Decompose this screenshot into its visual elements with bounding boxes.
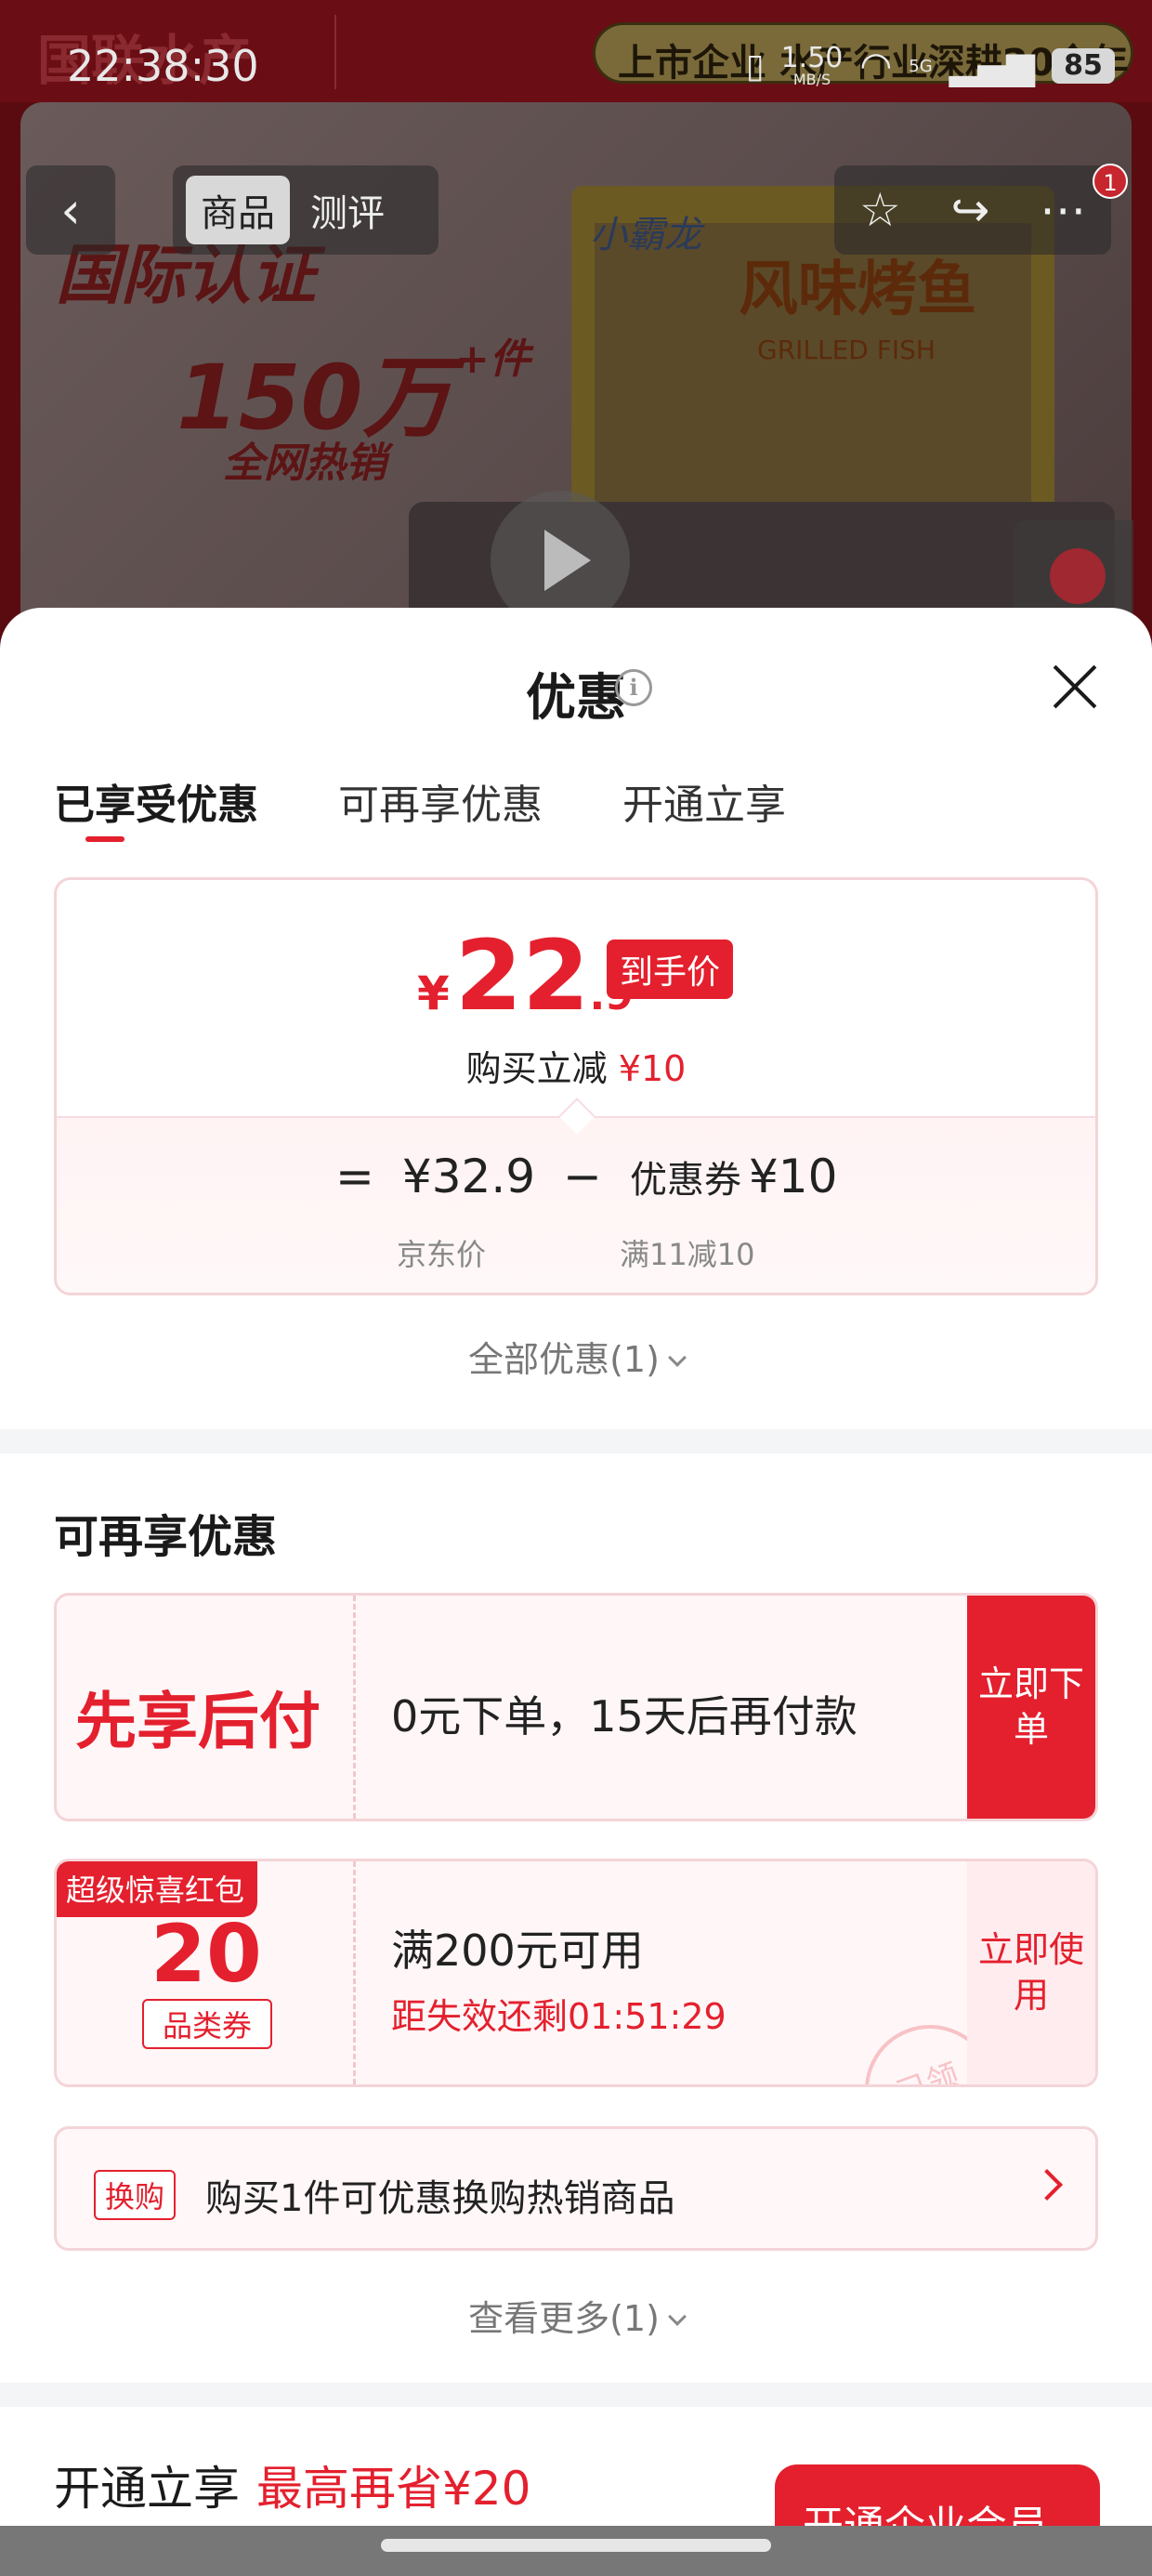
swap-text: 购买1件可优惠换购热销商品 bbox=[205, 2177, 675, 2220]
jd-price-label: 京东价 bbox=[397, 1237, 487, 1272]
chart-icon bbox=[1050, 548, 1106, 604]
category-coupon-label: 品类券 bbox=[142, 1999, 272, 2049]
net-speed-value: 1.50 bbox=[780, 42, 844, 74]
tab-more-offers[interactable]: 可再享优惠 bbox=[338, 771, 543, 831]
more-icon[interactable]: ⋯ bbox=[1040, 183, 1086, 237]
clock: 22:38:30 bbox=[67, 41, 259, 91]
info-icon[interactable]: i bbox=[615, 669, 652, 706]
section-divider bbox=[0, 2383, 1152, 2407]
red-packet-card[interactable]: 超级惊喜红包 20 品类券 满200元可用 距失效还剩01:51:29 已领 立… bbox=[54, 1859, 1098, 2087]
signal-icon: ▂▄▆ bbox=[949, 45, 1035, 87]
price-integer: 22 bbox=[454, 919, 590, 1032]
final-price: ¥ 22 .9 bbox=[417, 919, 634, 1032]
see-more-label: 查看更多(1) bbox=[468, 2298, 660, 2339]
red-packet-condition: 满200元可用 bbox=[391, 1925, 644, 1976]
price-summary: ¥ 22 .9 到手价 购买立减 ¥10 bbox=[57, 880, 1095, 1116]
net-speed: 1.50 MB/S bbox=[781, 45, 844, 87]
price-currency: ¥ bbox=[417, 966, 450, 1020]
product-sub: GRILLED FISH bbox=[757, 335, 936, 365]
more-offers-title: 可再享优惠 bbox=[54, 1511, 278, 1563]
chevron-right-icon bbox=[1031, 2169, 1063, 2201]
jd-price: ¥32.9 bbox=[401, 1150, 536, 1203]
all-offers-label: 全部优惠(1) bbox=[468, 1339, 660, 1380]
pay-later-card[interactable]: 先享后付 0元下单，15天后再付款 立即下单 bbox=[54, 1593, 1098, 1821]
home-indicator[interactable] bbox=[381, 2539, 771, 2552]
share-icon[interactable]: ↪ bbox=[950, 183, 989, 237]
instant-discount-value: ¥10 bbox=[618, 1048, 687, 1089]
product-brand: 小霸龙 bbox=[590, 214, 701, 256]
see-more-toggle[interactable]: 查看更多(1) bbox=[0, 2290, 1152, 2341]
signal-label: 5G bbox=[909, 56, 933, 76]
net-speed-unit: MB/S bbox=[792, 71, 831, 88]
red-packet-left: 超级惊喜红包 20 品类券 bbox=[57, 1861, 356, 2084]
coupon-rule: 满11减10 bbox=[620, 1237, 755, 1272]
status-bar: 22:38:30 ▯ 1.50 MB/S ◠ 5G ▂▄▆ 85 bbox=[0, 0, 1152, 102]
vibrate-icon: ▯ bbox=[745, 46, 765, 85]
price-breakdown-card: ¥ 22 .9 到手价 购买立减 ¥10 = ¥32.9 − 优惠券 ¥10 京… bbox=[54, 877, 1098, 1295]
action-buttons: ☆ ↪ ⋯ bbox=[834, 165, 1111, 255]
all-offers-toggle[interactable]: 全部优惠(1) bbox=[0, 1331, 1152, 1382]
tab-product[interactable]: 商品 bbox=[186, 176, 290, 244]
final-price-tag: 到手价 bbox=[607, 940, 734, 999]
member-label: 开通立享 bbox=[54, 2462, 240, 2516]
coupon-label: 优惠券 bbox=[629, 1159, 741, 1202]
wifi-icon: ◠ bbox=[859, 45, 893, 87]
use-now-button[interactable]: 立即使用 bbox=[967, 1861, 1095, 2084]
red-packet-amount: 20 bbox=[151, 1908, 262, 2001]
notification-badge: 1 bbox=[1093, 164, 1128, 199]
favorite-icon[interactable]: ☆ bbox=[859, 183, 901, 237]
sales-plus: +件 bbox=[455, 335, 530, 383]
red-packet-countdown: 距失效还剩01:51:29 bbox=[391, 1996, 727, 2037]
tab-review[interactable]: 测评 bbox=[310, 183, 385, 237]
offers-sheet: 优惠 i 已享受优惠 可再享优惠 开通立享 ¥ 22 .9 到手价 购买立减 ¥… bbox=[0, 608, 1152, 2576]
coupon-value: ¥10 bbox=[748, 1150, 838, 1203]
pay-later-desc: 0元下单，15天后再付款 bbox=[391, 1691, 857, 1741]
tab-open-enjoy[interactable]: 开通立享 bbox=[622, 771, 786, 831]
swap-offer-row[interactable]: 换购 购买1件可优惠换购热销商品 bbox=[54, 2126, 1098, 2251]
offer-tabs: 已享受优惠 可再享优惠 开通立享 bbox=[54, 771, 786, 831]
chevron-down-icon bbox=[668, 1348, 687, 1367]
formula-equals: = bbox=[335, 1150, 374, 1203]
close-icon[interactable] bbox=[1050, 662, 1100, 712]
hot-sale-label: 全网热销 bbox=[223, 440, 386, 487]
battery-icon: 85 bbox=[1052, 48, 1115, 84]
member-offer: 开通立享 最高再省¥20 bbox=[54, 2451, 530, 2518]
instant-discount: 购买立减 ¥10 bbox=[57, 1040, 1095, 1091]
price-formula-area bbox=[57, 1116, 1095, 1293]
member-save: 最高再省¥20 bbox=[256, 2462, 531, 2516]
status-icons: ▯ 1.50 MB/S ◠ 5G ▂▄▆ 85 bbox=[746, 45, 1115, 87]
chevron-down-icon bbox=[668, 2307, 687, 2326]
price-formula: = ¥32.9 − 优惠券 ¥10 bbox=[335, 1150, 837, 1203]
back-button[interactable]: ‹ bbox=[26, 165, 115, 255]
pay-later-title: 先享后付 bbox=[75, 1686, 321, 1757]
order-now-button[interactable]: 立即下单 bbox=[967, 1596, 1095, 1819]
formula-minus: − bbox=[563, 1150, 602, 1203]
product-tabs: 商品 测评 bbox=[173, 165, 439, 255]
section-divider bbox=[0, 1429, 1152, 1453]
pay-later-left: 先享后付 bbox=[57, 1596, 356, 1819]
instant-discount-label: 购买立减 bbox=[465, 1048, 608, 1089]
tab-enjoyed[interactable]: 已享受优惠 bbox=[54, 771, 258, 831]
tab-underline bbox=[85, 836, 124, 842]
swap-tag: 换购 bbox=[94, 2170, 177, 2220]
sheet-title: 优惠 bbox=[526, 668, 626, 727]
